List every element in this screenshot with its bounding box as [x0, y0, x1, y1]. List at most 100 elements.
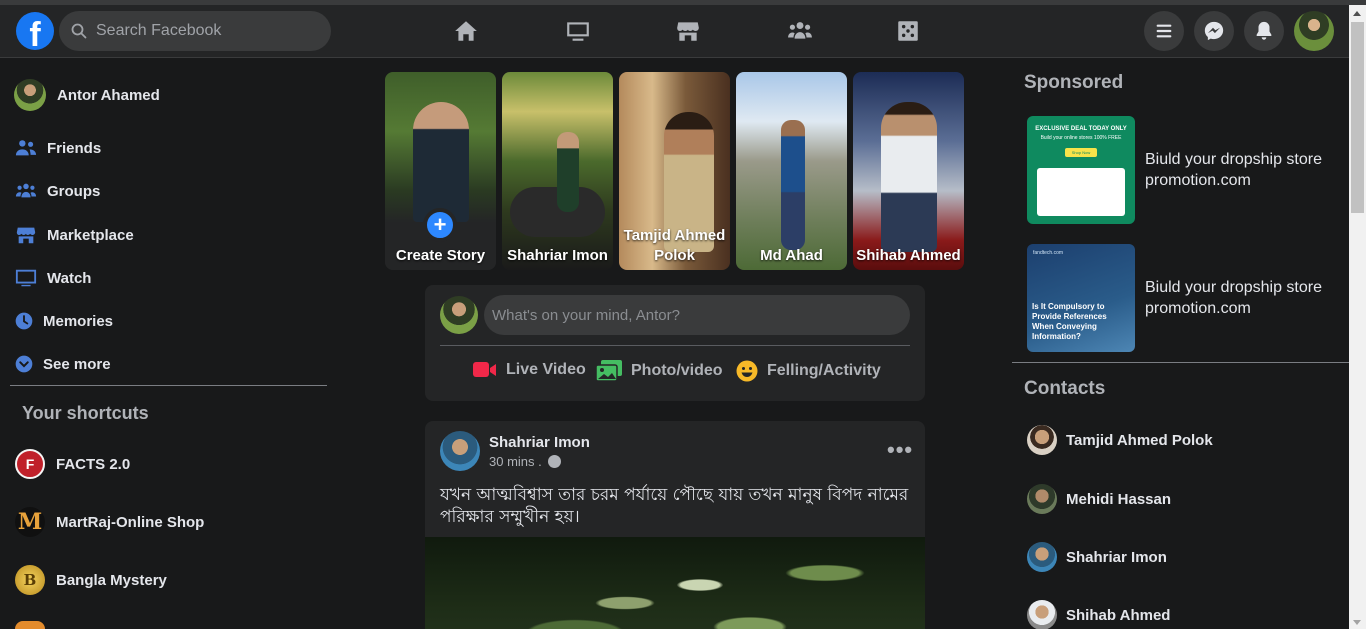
- story-author-name: Md Ahad: [760, 247, 823, 264]
- avatar: [1027, 484, 1057, 514]
- contact-name: Tamjid Ahmed Polok: [1066, 431, 1213, 449]
- story-card[interactable]: Shihab Ahmed: [853, 72, 964, 270]
- memories-icon: [15, 312, 33, 330]
- notifications-icon: [1256, 21, 1272, 40]
- sidebar-item-memories[interactable]: Memories: [14, 309, 113, 333]
- profile-name: Antor Ahamed: [57, 86, 160, 104]
- watch-icon: [567, 22, 589, 41]
- feeling-activity-label: Felling/Activity: [767, 362, 881, 379]
- groups-icon: [788, 22, 812, 39]
- sidebar-item-groups[interactable]: Groups: [14, 179, 100, 203]
- photo-video-label: Photo/video: [631, 362, 723, 379]
- sidebar-item-watch[interactable]: Watch: [14, 266, 91, 290]
- sponsored-ad[interactable]: fandtech.com Is It Compulsory to Provide…: [1027, 244, 1335, 352]
- ad-image: fandtech.com Is It Compulsory to Provide…: [1027, 244, 1135, 352]
- contact-item[interactable]: Tamjid Ahmed Polok: [1027, 425, 1213, 455]
- sidebar-item-see-more[interactable]: See more: [14, 352, 111, 376]
- sidebar-item-label: Memories: [43, 312, 114, 330]
- shortcut-item-martraj[interactable]: M MartRaj-Online Shop: [15, 507, 204, 537]
- home-icon: [455, 21, 477, 41]
- story-photo: [881, 102, 937, 252]
- shortcut-label: MartRaj-Online Shop: [56, 513, 205, 531]
- sidebar-item-friends[interactable]: Friends: [14, 136, 101, 160]
- nav-marketplace-button[interactable]: [666, 15, 710, 47]
- nav-watch-button[interactable]: [556, 15, 600, 47]
- create-story-label: Create Story: [395, 247, 486, 264]
- ad-headline: Biuld your dropship store: [1145, 151, 1322, 168]
- shortcuts-title: Your shortcuts: [22, 403, 149, 423]
- shortcut-label: FACTS 2.0: [56, 455, 131, 473]
- photo-video-button[interactable]: Photo/video: [596, 360, 723, 382]
- post-options-button[interactable]: •••: [887, 439, 913, 461]
- page-scrollbar[interactable]: [1349, 5, 1366, 629]
- sidebar-divider: [10, 385, 327, 386]
- photo-icon: [596, 360, 622, 382]
- post-timestamp[interactable]: 30 mins .: [489, 454, 561, 469]
- sidebar-item-label: Marketplace: [47, 226, 134, 244]
- marketplace-icon: [16, 227, 36, 244]
- contact-name: Shihab Ahmed: [1066, 606, 1171, 624]
- facebook-logo-letter: f: [29, 15, 41, 54]
- sidebar-item-label: Groups: [47, 182, 101, 200]
- story-photo: [413, 102, 469, 222]
- whats-on-your-mind-input[interactable]: [484, 295, 910, 335]
- chevron-down-icon: [15, 355, 33, 373]
- create-story-card[interactable]: + Create Story: [385, 72, 496, 270]
- contact-item[interactable]: Shihab Ahmed: [1027, 600, 1170, 629]
- right-divider: [1012, 362, 1349, 363]
- search-input[interactable]: [96, 22, 316, 40]
- account-avatar[interactable]: [1294, 11, 1334, 51]
- martraj-logo-icon: M: [15, 507, 45, 537]
- contact-item[interactable]: Mehidi Hassan: [1027, 484, 1171, 514]
- composer-divider: [440, 345, 910, 346]
- sidebar-profile[interactable]: Antor Ahamed: [14, 79, 160, 111]
- sidebar-item-label: Watch: [47, 269, 92, 287]
- ad-domain: promotion.com: [1145, 172, 1251, 189]
- notifications-button[interactable]: [1244, 11, 1284, 51]
- scroll-down-arrow-icon[interactable]: [1353, 620, 1361, 625]
- avatar[interactable]: [440, 431, 480, 471]
- avatar: [1027, 425, 1057, 455]
- facebook-logo[interactable]: f: [16, 12, 54, 54]
- sidebar-item-marketplace[interactable]: Marketplace: [14, 223, 134, 247]
- story-card[interactable]: Md Ahad: [736, 72, 847, 270]
- avatar[interactable]: [440, 296, 478, 334]
- ad-image: EXCLUSIVE DEAL TODAY ONLY Build your onl…: [1027, 116, 1135, 224]
- search-icon: [71, 23, 87, 39]
- shortcut-label: Bangla Mystery: [56, 571, 167, 589]
- live-video-icon: [473, 362, 496, 377]
- create-story-plus-icon: +: [423, 208, 457, 242]
- menu-button[interactable]: [1144, 11, 1184, 51]
- post-image[interactable]: [425, 537, 925, 629]
- bangla-mystery-logo-icon: B: [15, 565, 45, 595]
- globe-icon: [547, 455, 561, 468]
- messenger-button[interactable]: [1194, 11, 1234, 51]
- nav-gaming-button[interactable]: [886, 15, 930, 47]
- post-text: যখন আত্মবিশ্বাস তার চরম পর্যায়ে পৌছে যা…: [440, 485, 909, 527]
- nav-groups-button[interactable]: [778, 15, 822, 47]
- live-video-button[interactable]: Live Video: [473, 360, 586, 380]
- nav-home-button[interactable]: [444, 15, 488, 47]
- sidebar-item-label: Friends: [47, 139, 102, 157]
- friends-icon: [15, 140, 37, 156]
- gaming-icon: [898, 21, 918, 41]
- story-card[interactable]: Shahriar Imon: [502, 72, 613, 270]
- emoji-icon: [736, 360, 758, 382]
- shortcut-item-facts[interactable]: F FACTS 2.0: [15, 449, 130, 479]
- contacts-title: Contacts: [1024, 378, 1106, 399]
- story-card[interactable]: Tamjid Ahmed Polok: [619, 72, 730, 270]
- contact-item[interactable]: Shahriar Imon: [1027, 542, 1167, 572]
- groups-icon: [15, 183, 37, 198]
- post-composer: Live Video Photo/video Felling/Activity: [425, 285, 925, 401]
- post-author-name[interactable]: Shahriar Imon: [489, 434, 590, 451]
- story-author-name: Shahriar Imon: [507, 247, 608, 264]
- avatar: [14, 79, 46, 111]
- feeling-activity-button[interactable]: Felling/Activity: [736, 360, 881, 382]
- scroll-up-arrow-icon[interactable]: [1353, 11, 1361, 16]
- search-box[interactable]: [59, 11, 331, 51]
- contact-name: Shahriar Imon: [1066, 548, 1167, 566]
- scrollbar-thumb[interactable]: [1351, 22, 1364, 213]
- sponsored-ad[interactable]: EXCLUSIVE DEAL TODAY ONLY Build your onl…: [1027, 116, 1335, 224]
- ad-headline: Biuld your dropship store: [1145, 279, 1322, 296]
- shortcut-item-bangla-mystery[interactable]: B Bangla Mystery: [15, 565, 167, 595]
